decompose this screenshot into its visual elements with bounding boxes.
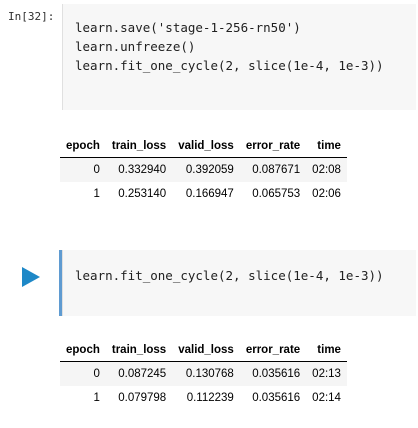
table-cell: 0.087671 (252, 164, 301, 176)
table-cell: 0.332940 (118, 164, 167, 176)
training-results-table-2: epoch train_loss valid_loss error_rate t… (60, 340, 347, 410)
code-cell-2[interactable]: learn.fit_one_cycle(2, slice(1e-4, 1e-3)… (59, 250, 416, 316)
table-cell: 0.065753 (252, 188, 301, 200)
code-line: learn.save('stage-1-256-rn50') (75, 20, 301, 35)
table-cell: 0 (93, 368, 100, 380)
table-cell: 0.130768 (185, 368, 234, 380)
code-line: learn.unfreeze() (75, 39, 196, 54)
table-header-row: epoch train_loss valid_loss error_rate t… (60, 340, 347, 362)
cell-prompt: In[32]: (8, 10, 55, 23)
code-line: learn.fit_one_cycle(2, slice(1e-4, 1e-3)… (75, 268, 384, 283)
table-cell: 1 (93, 188, 100, 200)
play-icon (22, 267, 40, 287)
table-cell: 0 (93, 164, 100, 176)
training-results-table-1: epoch train_loss valid_loss error_rate t… (60, 136, 347, 206)
column-header: time (306, 340, 347, 362)
table-cell: 02:13 (312, 368, 341, 380)
column-header: epoch (60, 340, 106, 362)
table-row: 1 0.079798 0.112239 0.035616 02:14 (60, 386, 347, 410)
column-header: valid_loss (172, 136, 240, 158)
column-header: train_loss (105, 136, 173, 158)
table-row: 1 0.253140 0.166947 0.065753 02:06 (60, 182, 347, 206)
run-cell-button[interactable] (20, 266, 42, 288)
column-header: error_rate (239, 340, 307, 362)
table-cell: 1 (93, 392, 100, 404)
table-cell: 0.035616 (252, 392, 301, 404)
table-header-row: epoch train_loss valid_loss error_rate t… (60, 136, 347, 158)
column-header: valid_loss (172, 340, 240, 362)
table-cell: 02:14 (312, 392, 341, 404)
table-cell: 0.112239 (186, 392, 234, 404)
code-line: learn.fit_one_cycle(2, slice(1e-4, 1e-3)… (75, 58, 384, 73)
column-header: train_loss (105, 340, 173, 362)
table-row: 0 0.087245 0.130768 0.035616 02:13 (60, 361, 347, 386)
column-header: error_rate (239, 136, 307, 158)
table-cell: 0.035616 (252, 368, 301, 380)
table-row: 0 0.332940 0.392059 0.087671 02:08 (60, 157, 347, 182)
table-cell: 0.392059 (185, 164, 234, 176)
table-cell: 02:08 (312, 164, 341, 176)
code-cell-1[interactable]: learn.save('stage-1-256-rn50') learn.unf… (62, 4, 416, 110)
table-cell: 0.079798 (118, 392, 167, 404)
table-cell: 0.253140 (118, 188, 167, 200)
table-cell: 02:06 (312, 188, 341, 200)
table-cell: 0.166947 (185, 188, 234, 200)
column-header: epoch (60, 136, 106, 158)
column-header: time (306, 136, 347, 158)
active-cell-indicator (59, 250, 62, 316)
table-cell: 0.087245 (118, 368, 167, 380)
